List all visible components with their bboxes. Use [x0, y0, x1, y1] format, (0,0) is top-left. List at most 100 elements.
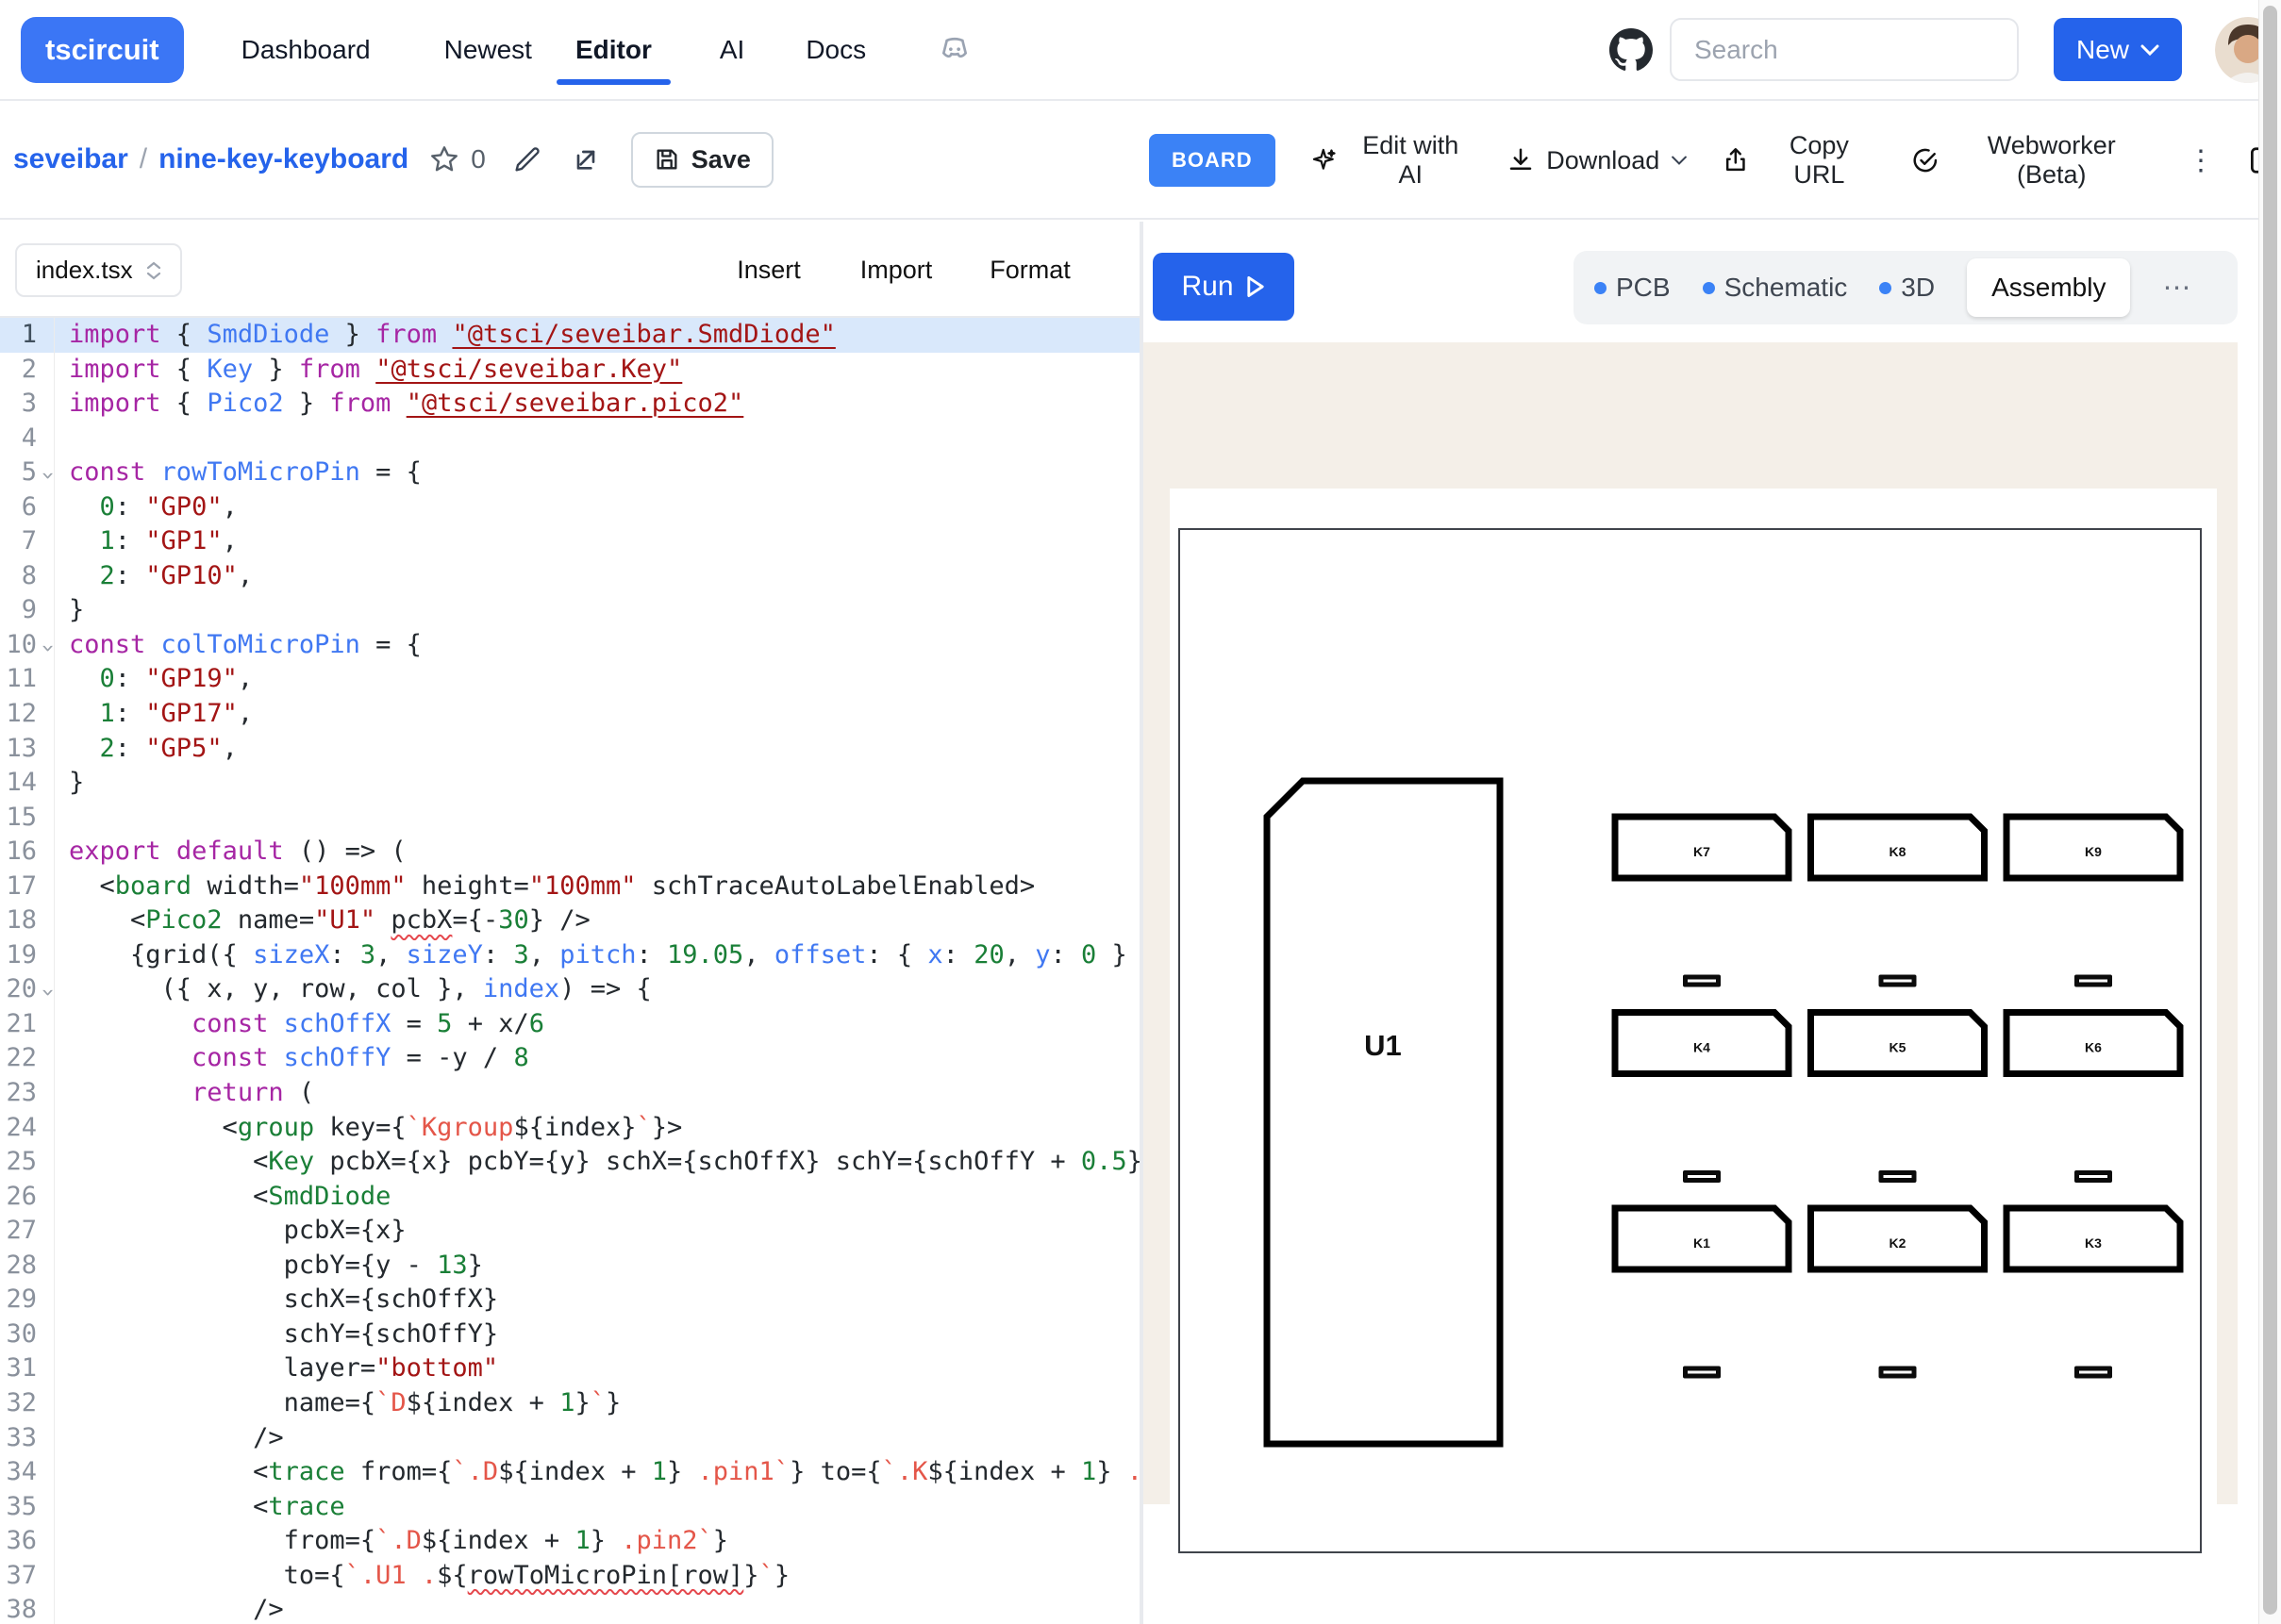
menu-import[interactable]: Import	[860, 222, 933, 318]
code-line[interactable]: 22 const schOffY = -y / 8	[0, 1041, 1140, 1076]
line-number[interactable]: 26	[0, 1180, 55, 1215]
nav-item-newest[interactable]: Newest	[444, 35, 532, 65]
line-number[interactable]: 25	[0, 1145, 55, 1180]
nav-item-ai[interactable]: AI	[720, 35, 744, 65]
line-number[interactable]: 34	[0, 1455, 55, 1490]
code-line[interactable]: 24 <group key={`Kgroup${index}`}>	[0, 1111, 1140, 1146]
menu-insert[interactable]: Insert	[737, 222, 801, 318]
file-tab[interactable]: index.tsx	[15, 243, 182, 297]
code-line[interactable]: 31 layer="bottom"	[0, 1351, 1140, 1386]
code-line[interactable]: 38 />	[0, 1593, 1140, 1624]
page-scrollbar[interactable]	[2258, 0, 2281, 1624]
webworker-button[interactable]: Webworker (Beta)	[1911, 131, 2153, 190]
save-button[interactable]: Save	[631, 132, 774, 188]
tabs-more-icon[interactable]: ⋯	[2162, 272, 2192, 305]
line-number[interactable]: 23	[0, 1076, 55, 1111]
code-line[interactable]: 25 <Key pcbX={x} pcbY={y} schX={schOffX}…	[0, 1145, 1140, 1180]
code-line[interactable]: 1import { SmdDiode } from "@tsci/seveiba…	[0, 318, 1140, 353]
tab-3d[interactable]: 3D	[1879, 273, 1935, 303]
new-button[interactable]: New	[2054, 18, 2182, 81]
line-number[interactable]: 8	[0, 559, 55, 594]
code-line[interactable]: 7 1: "GP1",	[0, 524, 1140, 559]
line-number[interactable]: 13	[0, 732, 55, 767]
code-line[interactable]: 27 pcbX={x}	[0, 1214, 1140, 1249]
code-line[interactable]: 16export default () => (	[0, 835, 1140, 870]
assembly-board-canvas[interactable]: U1 K7K8K9K4K5K6K1K2K3	[1178, 528, 2202, 1553]
line-number[interactable]: 12	[0, 697, 55, 732]
search-input[interactable]	[1694, 35, 1994, 65]
line-number[interactable]: 31	[0, 1351, 55, 1386]
code-line[interactable]: 18 <Pico2 name="U1" pcbX={-30} />	[0, 903, 1140, 938]
line-number[interactable]: 16	[0, 835, 55, 870]
discord-icon[interactable]	[936, 31, 974, 69]
star-icon[interactable]	[429, 144, 459, 174]
scrollbar-thumb[interactable]	[2263, 6, 2277, 1615]
line-number[interactable]: 22	[0, 1041, 55, 1076]
edit-with-ai-button[interactable]: Edit with AI	[1309, 131, 1473, 190]
line-number[interactable]: 35	[0, 1490, 55, 1525]
tab-assembly[interactable]: Assembly	[1967, 258, 2130, 317]
code-line[interactable]: 4	[0, 422, 1140, 456]
line-number[interactable]: 30	[0, 1317, 55, 1352]
code-line[interactable]: 6 0: "GP0",	[0, 490, 1140, 525]
line-number[interactable]: 5›	[0, 456, 55, 490]
edit-pencil-icon[interactable]	[512, 144, 542, 174]
line-number[interactable]: 10›	[0, 628, 55, 663]
nav-item-editor[interactable]: Editor	[575, 35, 652, 65]
nav-item-docs[interactable]: Docs	[806, 35, 866, 65]
code-line[interactable]: 34 <trace from={`.D${index + 1} .pin1`} …	[0, 1455, 1140, 1490]
line-number[interactable]: 27	[0, 1214, 55, 1249]
code-line[interactable]: 28 pcbY={y - 13}	[0, 1249, 1140, 1284]
more-options-icon[interactable]: ⋮	[2187, 144, 2215, 177]
code-line[interactable]: 37 to={`.U1 .${rowToMicroPin[row]}`}	[0, 1559, 1140, 1594]
fold-chevron-icon[interactable]: ›	[31, 469, 66, 482]
line-number[interactable]: 20›	[0, 972, 55, 1007]
line-number[interactable]: 37	[0, 1559, 55, 1594]
open-external-icon[interactable]	[571, 144, 601, 174]
code-line[interactable]: 13 2: "GP5",	[0, 732, 1140, 767]
fold-chevron-icon[interactable]: ›	[31, 986, 66, 999]
line-number[interactable]: 2	[0, 353, 55, 388]
line-number[interactable]: 19	[0, 938, 55, 973]
code-line[interactable]: 3import { Pico2 } from "@tsci/seveibar.p…	[0, 387, 1140, 422]
download-button[interactable]: Download	[1507, 146, 1688, 175]
breadcrumb-owner[interactable]: seveibar	[13, 143, 128, 175]
line-number[interactable]: 33	[0, 1421, 55, 1456]
code-line[interactable]: 2import { Key } from "@tsci/seveibar.Key…	[0, 353, 1140, 388]
tscircuit-logo[interactable]: tscircuit	[21, 17, 184, 83]
run-button[interactable]: Run	[1153, 253, 1294, 321]
menu-format[interactable]: Format	[990, 222, 1071, 318]
line-number[interactable]: 15	[0, 801, 55, 836]
code-line[interactable]: 10›const colToMicroPin = {	[0, 628, 1140, 663]
code-line[interactable]: 12 1: "GP17",	[0, 697, 1140, 732]
line-number[interactable]: 7	[0, 524, 55, 559]
code-line[interactable]: 36 from={`.D${index + 1} .pin2`}	[0, 1524, 1140, 1559]
code-line[interactable]: 19 {grid({ sizeX: 3, sizeY: 3, pitch: 19…	[0, 938, 1140, 973]
tab-schematic[interactable]: Schematic	[1703, 273, 1848, 303]
github-icon[interactable]	[1609, 28, 1653, 72]
code-line[interactable]: 17 <board width="100mm" height="100mm" s…	[0, 870, 1140, 904]
line-number[interactable]: 17	[0, 870, 55, 904]
tab-pcb[interactable]: PCB	[1594, 273, 1671, 303]
copy-url-button[interactable]: Copy URL	[1722, 131, 1877, 190]
line-number[interactable]: 14	[0, 766, 55, 801]
code-line[interactable]: 21 const schOffX = 5 + x/6	[0, 1007, 1140, 1042]
code-line[interactable]: 32 name={`D${index + 1}`}	[0, 1386, 1140, 1421]
code-line[interactable]: 14}	[0, 766, 1140, 801]
code-line[interactable]: 11 0: "GP19",	[0, 662, 1140, 697]
line-number[interactable]: 3	[0, 387, 55, 422]
code-line[interactable]: 15	[0, 801, 1140, 836]
nav-item-dashboard[interactable]: Dashboard	[241, 35, 371, 65]
code-line[interactable]: 30 schY={schOffY}	[0, 1317, 1140, 1352]
code-line[interactable]: 20› ({ x, y, row, col }, index) => {	[0, 972, 1140, 1007]
breadcrumb-repo[interactable]: nine-key-keyboard	[158, 143, 408, 175]
line-number[interactable]: 38	[0, 1593, 55, 1624]
code-editor[interactable]: 1import { SmdDiode } from "@tsci/seveiba…	[0, 318, 1140, 1624]
code-line[interactable]: 35 <trace	[0, 1490, 1140, 1525]
line-number[interactable]: 36	[0, 1524, 55, 1559]
line-number[interactable]: 21	[0, 1007, 55, 1042]
line-number[interactable]: 9	[0, 593, 55, 628]
line-number[interactable]: 29	[0, 1283, 55, 1317]
line-number[interactable]: 6	[0, 490, 55, 525]
line-number[interactable]: 24	[0, 1111, 55, 1146]
